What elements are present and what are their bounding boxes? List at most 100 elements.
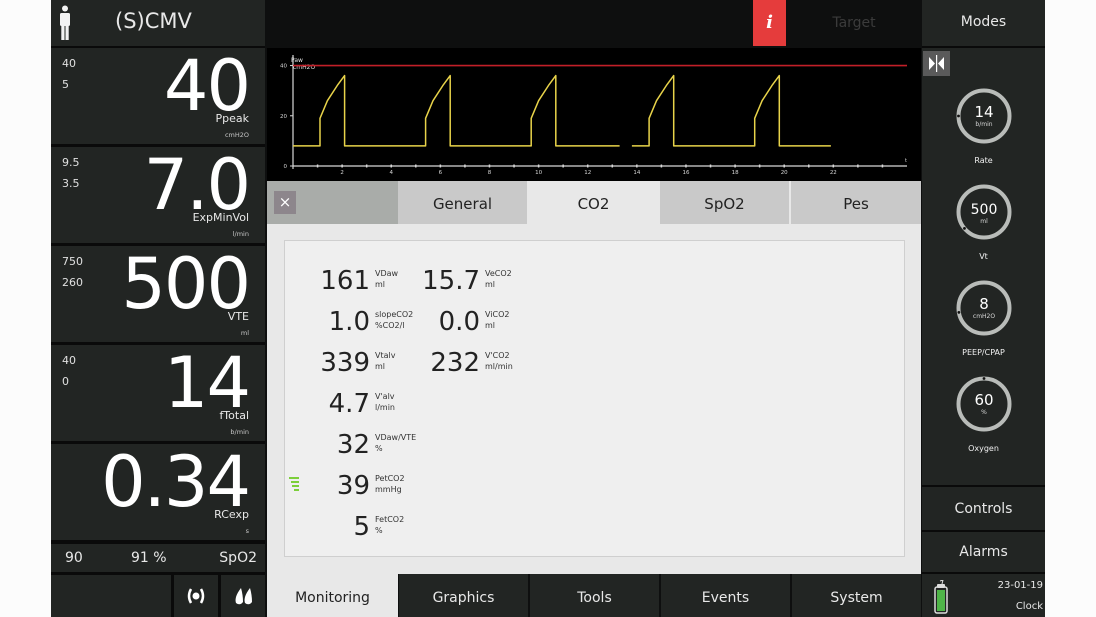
target-button[interactable]: Target: [789, 0, 919, 46]
tab-co2[interactable]: CO2: [529, 181, 658, 226]
tab-tools[interactable]: Tools: [530, 574, 659, 617]
peep-dial[interactable]: 8 cmH2O: [955, 279, 1013, 337]
dial-marker: [957, 311, 961, 314]
dial-unit: %: [981, 409, 987, 416]
param-unit: b/min: [230, 428, 249, 436]
alarms-button[interactable]: Alarms: [922, 532, 1045, 572]
alarm-low: 3.5: [62, 177, 80, 190]
param-ftotal[interactable]: 40 0 14 fTotal b/min: [51, 342, 265, 441]
dial-ring: 14b/min: [956, 88, 1012, 144]
alarm-low: 260: [62, 276, 83, 289]
dial-marker: [957, 114, 960, 118]
value: 0.0: [438, 307, 480, 337]
controls-button[interactable]: Controls: [922, 487, 1045, 530]
label: VDaw/VTE%: [375, 433, 417, 453]
value: 232: [430, 348, 480, 378]
tab-events[interactable]: Events: [661, 574, 790, 617]
oxygen-dial[interactable]: 60%: [955, 375, 1013, 433]
tab-system[interactable]: System: [792, 574, 921, 617]
x-tick-label: 10: [535, 170, 542, 176]
vt-dial[interactable]: 500 ml: [955, 183, 1013, 241]
label: PetCO2 mmHg: [375, 474, 405, 494]
panel-tabs: × General CO2 SpO2 Pes: [267, 181, 921, 226]
adult-person-icon: [60, 5, 70, 40]
y-tick-label: 20: [280, 114, 287, 120]
value: 39: [336, 471, 370, 501]
dial-ring: 60%: [956, 376, 1012, 432]
paw-waveform-chart: Paw cmH2O 020402 4 6 8 10 12 14 16 18 20 22t: [280, 55, 907, 176]
x-tick-label: 8: [488, 170, 492, 176]
dial-marker: [963, 226, 966, 230]
param-unit: ml: [240, 329, 249, 337]
tab-pes[interactable]: Pes: [791, 181, 921, 224]
humidifier-button[interactable]: [221, 575, 265, 617]
dial-ring: 8cmH2O: [956, 280, 1012, 336]
dial-value: 14: [974, 103, 993, 121]
y-tick-label: 40: [280, 64, 287, 70]
x-tick-label: 20: [781, 170, 788, 176]
tab-general[interactable]: General: [398, 181, 527, 224]
alarm-high: 40: [62, 354, 76, 367]
clock-label: Clock: [1015, 601, 1043, 612]
label: ViCO2 ml: [485, 310, 510, 330]
y-tick-label: 0: [284, 164, 288, 170]
pulse-value: 90: [65, 550, 83, 566]
spo2-row[interactable]: 90 91 % SpO2: [51, 544, 265, 572]
controls-area: 14 b/min Rate 500 ml Vt 8 cmH2O PEEP/CPAP 6…: [922, 48, 1045, 485]
param-expminvol[interactable]: 9.5 3.5 7.0 ExpMinVol l/min: [51, 144, 265, 243]
alarm-high: 9.5: [62, 156, 80, 169]
status-icons: [51, 575, 265, 617]
value-vdaw: 161 VDaw ml: [295, 266, 398, 296]
tab-graphics[interactable]: Graphics: [399, 574, 528, 617]
dial-marker: [982, 377, 986, 380]
value-vprimeco2: 232 V'CO2 ml/min: [405, 348, 512, 378]
modes-button[interactable]: Modes: [922, 0, 1045, 46]
close-button[interactable]: ×: [274, 191, 296, 214]
freeze-button[interactable]: [923, 51, 950, 76]
label: V'alv l/min: [375, 392, 396, 412]
alarm-low: 0: [62, 375, 69, 388]
x-axis-label: t: [905, 158, 907, 164]
dial-value: 8: [979, 295, 989, 313]
param-rcexp[interactable]: 0.34 RCexp s: [51, 441, 265, 540]
spo2-label: SpO2: [219, 550, 257, 566]
param-unit: s: [245, 527, 249, 535]
value-fetco2: 5 FetCO2%: [295, 512, 404, 542]
param-vte[interactable]: 750 260 500 VTE ml: [51, 243, 265, 342]
value-vico2: 0.0 ViCO2 ml: [405, 307, 510, 337]
monitoring-column: (S)CMV 40 5 40 Ppeak cmH2O 9.5 3.5 7.0 E…: [51, 0, 265, 617]
paw-waveform[interactable]: Paw cmH2O 0 20 40 2 4 6 8 10 12 14 16 18 20 22 t: [267, 48, 921, 181]
info-alarm-button[interactable]: i: [753, 0, 786, 46]
tab-spo2[interactable]: SpO2: [660, 181, 789, 224]
close-area: ×: [267, 181, 398, 224]
tab-monitoring[interactable]: Monitoring: [267, 574, 398, 617]
mode-button[interactable]: (S)CMV: [51, 0, 265, 46]
param-unit: l/min: [232, 230, 249, 238]
date-display: 23-01-19: [997, 580, 1043, 591]
monitoring-panel: × General CO2 SpO2 Pes 161 VDaw ml 1.0 sl…: [267, 181, 921, 574]
humidifier-icon: [235, 588, 252, 605]
dial-unit: ml: [980, 218, 988, 225]
value: 4.7: [328, 389, 370, 419]
value: 161: [320, 266, 370, 296]
label: VDaw ml: [375, 269, 399, 289]
x-tick-label: 22: [830, 170, 837, 176]
label: FetCO2%: [375, 515, 405, 535]
nebulizer-button[interactable]: [174, 575, 218, 617]
value-valv: 4.7 V'alv l/min: [295, 389, 395, 419]
spo2-value: 91 %: [131, 550, 167, 566]
value-petco2: 39 PetCO2 mmHg: [295, 471, 405, 501]
alarm-low: 5: [62, 78, 69, 91]
value: 15.7: [422, 266, 480, 296]
status-area[interactable]: 23-01-19 Clock: [922, 574, 1045, 617]
battery-icon: [934, 580, 948, 614]
mode-label: (S)CMV: [115, 9, 192, 33]
param-name: VTE: [227, 310, 249, 323]
status-empty-cell: [51, 575, 171, 617]
param-name: fTotal: [219, 409, 249, 422]
alarm-high: 40: [62, 57, 76, 70]
label: VeCO2 ml: [485, 269, 512, 289]
param-ppeak[interactable]: 40 5 40 Ppeak cmH2O: [51, 45, 265, 144]
rate-dial[interactable]: 14 b/min: [955, 87, 1013, 145]
controls-column: Modes 14 b/min Rate 500 ml Vt 8 cmH2O PEEP/…: [922, 0, 1045, 617]
